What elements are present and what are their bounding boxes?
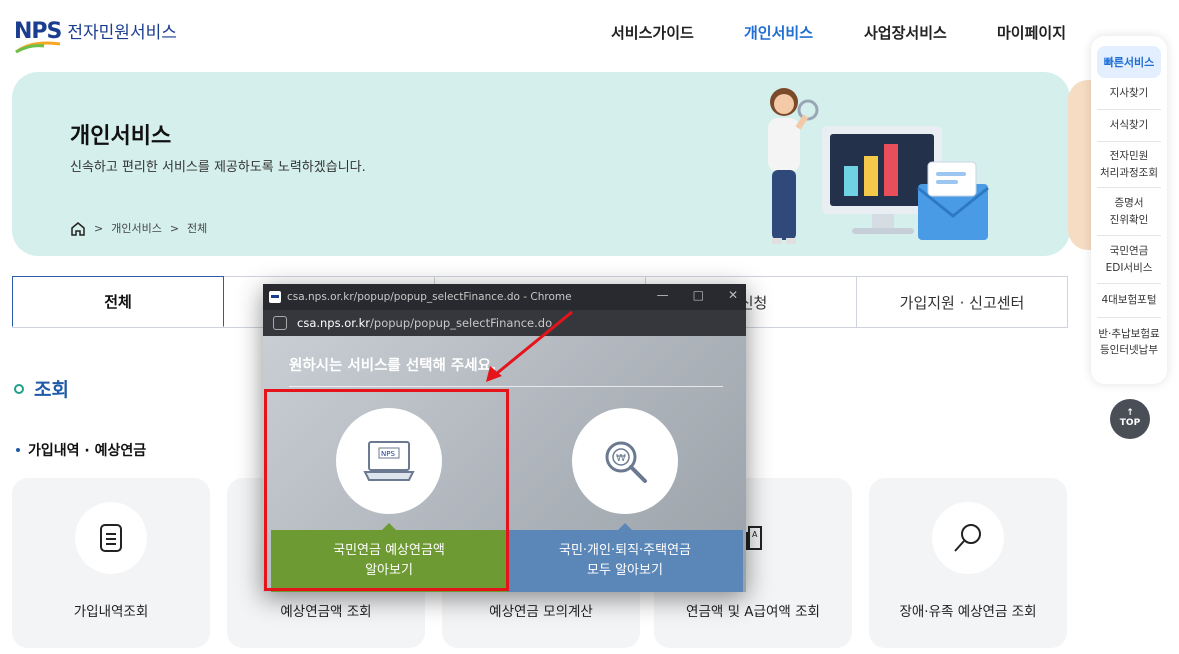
quick-item-internet-payment[interactable]: 반·추납보험료 등인터넷납부 xyxy=(1097,318,1161,366)
svg-text:₩: ₩ xyxy=(616,453,626,464)
ring-bullet-icon xyxy=(14,383,24,394)
url-host: csa.nps.or.kr xyxy=(297,316,371,330)
nav-business-service[interactable]: 사업장서비스 xyxy=(864,22,947,43)
popup-body: 원하시는 서비스를 선택해 주세요. NPS 국민연금 예상연금액 알아보기 ₩… xyxy=(263,336,746,592)
breadcrumb-item[interactable]: 전체 xyxy=(187,220,207,236)
quick-item-label: EDI서비스 xyxy=(1105,261,1153,274)
choice-all-pensions[interactable]: ₩ 국민·개인·퇴직·주택연금 모두 알아보기 xyxy=(507,400,743,592)
minimize-icon[interactable]: — xyxy=(657,288,669,302)
card-label: 예상연금액 조회 xyxy=(280,604,372,620)
popup-window: csa.nps.or.kr/popup/popup_selectFinance.… xyxy=(263,284,746,592)
popup-titlebar[interactable]: csa.nps.or.kr/popup/popup_selectFinance.… xyxy=(263,284,746,310)
choice-label-band: 국민·개인·퇴직·주택연금 모두 알아보기 xyxy=(507,523,743,592)
nav-mypage[interactable]: 마이페이지 xyxy=(997,22,1066,43)
nav-personal-service[interactable]: 개인서비스 xyxy=(744,22,813,43)
quick-item-label: 전자민원 xyxy=(1109,150,1149,163)
favicon-icon xyxy=(269,291,281,303)
laptop-label: NPS xyxy=(381,450,395,458)
choice-label-line: 국민·개인·퇴직·주택연금 xyxy=(559,542,691,558)
card-join-history[interactable]: 가입내역조회 xyxy=(12,478,210,648)
quick-menu-header: 빠른서비스 xyxy=(1097,46,1161,78)
maximize-icon[interactable]: □ xyxy=(693,288,704,302)
tab-all[interactable]: 전체 xyxy=(12,276,224,327)
site-info-icon[interactable] xyxy=(273,316,287,330)
popup-heading: 원하시는 서비스를 선택해 주세요. xyxy=(289,358,497,374)
window-controls: — □ ✕ xyxy=(657,288,738,302)
top-label: TOP xyxy=(1119,418,1141,428)
choice-label-line: 모두 알아보기 xyxy=(587,563,663,578)
quick-item-label: 국민연금 xyxy=(1109,245,1149,258)
page-title: 개인서비스 xyxy=(70,124,172,149)
quick-item-label: 증명서 xyxy=(1114,197,1144,210)
card-label: 장애·유족 예상연금 조회 xyxy=(899,604,1037,620)
choice-label-line: 국민연금 예상연금액 xyxy=(333,542,445,558)
tab-support-center[interactable]: 가입지원 · 신고센터 xyxy=(857,276,1068,327)
quick-item-label: 처리과정조회 xyxy=(1100,166,1158,179)
quick-item-branch-finder[interactable]: 지사찾기 xyxy=(1097,78,1161,110)
scroll-top-button[interactable]: ↑ TOP xyxy=(1110,399,1150,439)
close-icon[interactable]: ✕ xyxy=(728,288,738,302)
hero-banner: 개인서비스 신속하고 편리한 서비스를 제공하도록 노력하겠습니다. > 개인서… xyxy=(12,72,1070,256)
quick-item-label: 서식찾기 xyxy=(1109,119,1149,132)
quick-item-certificate-verify[interactable]: 증명서 진위확인 xyxy=(1097,188,1161,236)
choice-label-band: 국민연금 예상연금액 알아보기 xyxy=(271,523,507,592)
chevron-right-icon: > xyxy=(94,221,104,235)
page-description: 신속하고 편리한 서비스를 제공하도록 노력하겠습니다. xyxy=(70,160,366,175)
nav-service-guide[interactable]: 서비스가이드 xyxy=(611,22,694,43)
site-logo[interactable]: NPS 전자민원서비스 xyxy=(14,18,177,54)
url-path: /popup/popup_selectFinance.do xyxy=(370,316,553,330)
choice-nps-pension[interactable]: NPS 국민연금 예상연금액 알아보기 xyxy=(271,400,507,592)
popup-window-title: csa.nps.or.kr/popup/popup_selectFinance.… xyxy=(287,291,572,303)
card-label: 예상연금 모의계산 xyxy=(489,604,593,620)
quick-item-complaint-status[interactable]: 전자민원 처리과정조회 xyxy=(1097,142,1161,188)
popup-address-bar[interactable]: csa.nps.or.kr/popup/popup_selectFinance.… xyxy=(263,310,746,336)
section-subtitle-text: 가입내역 · 예상연금 xyxy=(28,443,147,459)
section-subtitle: 가입내역 · 예상연금 xyxy=(16,440,146,460)
logo-text: 전자민원서비스 xyxy=(67,23,177,43)
quick-menu: 빠른서비스 지사찾기 서식찾기 전자민원 처리과정조회 증명서 진위확인 국민연… xyxy=(1091,36,1167,384)
home-icon[interactable] xyxy=(70,221,86,236)
quick-item-edi[interactable]: 국민연금 EDI서비스 xyxy=(1097,236,1161,284)
quick-item-insurance-portal[interactable]: 4대보험포털 xyxy=(1097,284,1161,318)
logo-swoosh-icon xyxy=(15,41,61,54)
breadcrumb-item[interactable]: 개인서비스 xyxy=(111,220,162,236)
search-icon xyxy=(932,502,1004,574)
laptop-icon: NPS xyxy=(336,408,442,514)
quick-item-label: 진위확인 xyxy=(1109,213,1149,226)
quick-item-label: 등인터넷납부 xyxy=(1100,344,1158,356)
magnifier-won-icon: ₩ xyxy=(572,408,678,514)
quick-item-label: 반·추납보험료 xyxy=(1098,327,1160,340)
card-disability-survivor[interactable]: 장애·유족 예상연금 조회 xyxy=(869,478,1067,648)
quick-item-label: 지사찾기 xyxy=(1109,87,1149,100)
quick-item-label: 4대보험포털 xyxy=(1101,294,1157,307)
quick-item-form-finder[interactable]: 서식찾기 xyxy=(1097,110,1161,142)
breadcrumb: > 개인서비스 > 전체 xyxy=(70,220,207,236)
site-header: NPS 전자민원서비스 서비스가이드 개인서비스 사업장서비스 마이페이지 xyxy=(0,0,1090,64)
chevron-right-icon: > xyxy=(169,221,180,235)
card-label: 가입내역조회 xyxy=(73,604,149,620)
section-title: 조회 xyxy=(14,375,69,402)
section-title-text: 조회 xyxy=(34,379,69,401)
svg-text:A: A xyxy=(752,530,758,539)
document-icon xyxy=(75,502,147,574)
divider xyxy=(289,386,723,387)
card-label: 연금액 및 A급여액 조회 xyxy=(686,604,820,620)
bullet-icon xyxy=(16,448,20,452)
choice-label-line: 알아보기 xyxy=(365,563,413,578)
hero-illustration xyxy=(768,88,989,244)
